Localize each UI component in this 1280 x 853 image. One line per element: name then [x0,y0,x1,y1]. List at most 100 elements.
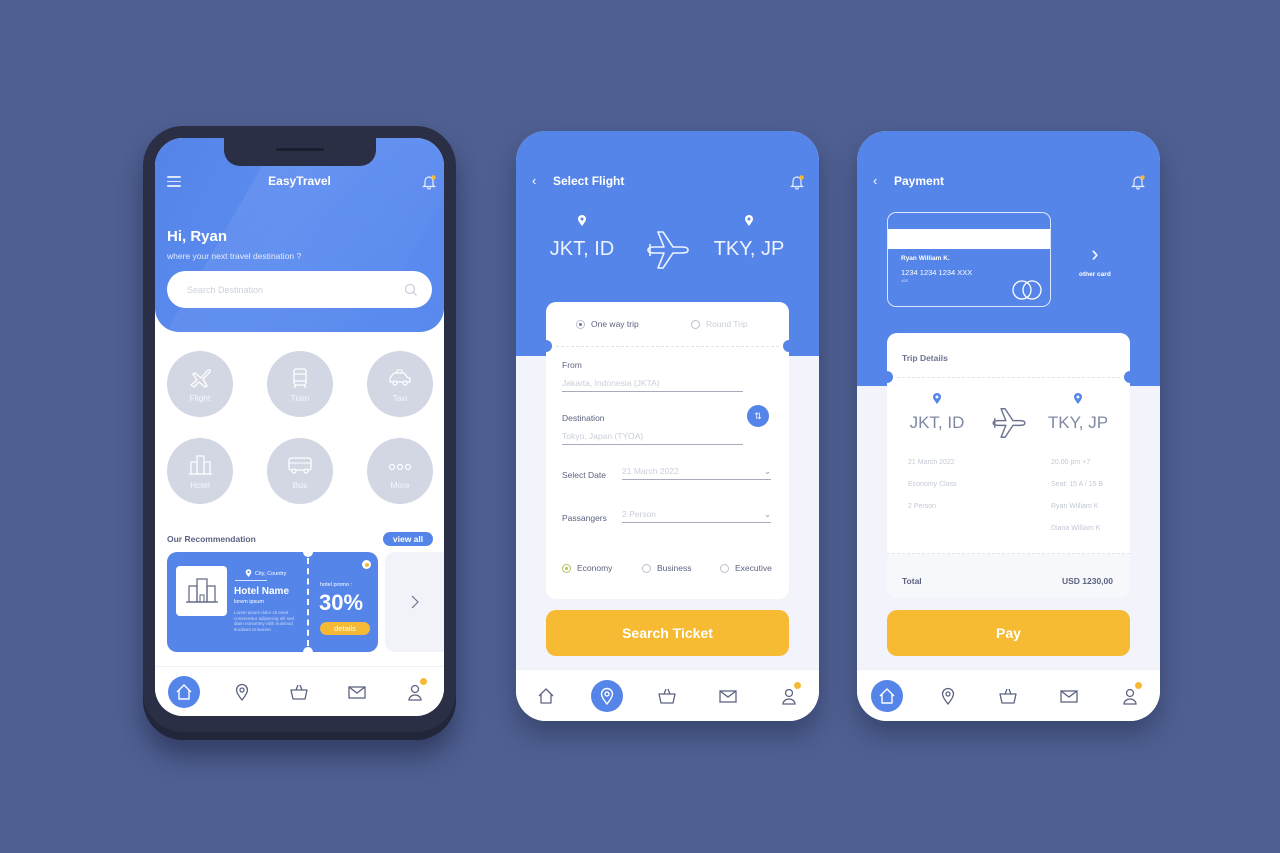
home-screen: EasyTravel Hi, Ryan where your next trav… [155,138,444,716]
total-label: Total [902,576,922,586]
tab-home[interactable] [167,675,200,708]
train-icon [293,367,307,388]
category-flight[interactable]: Flight [167,351,233,417]
tab-profile[interactable] [773,680,805,712]
card-number: 1234 1234 1234 XXX [901,268,973,277]
tab-location[interactable] [590,679,623,712]
ticket-notch [303,647,313,652]
radio-business[interactable]: Business [642,563,692,573]
location-icon [941,687,955,705]
hotel-promo-card[interactable]: City, Country Hotel Name lorem ipsum Lor… [167,552,378,652]
view-all-button[interactable]: view all [383,532,433,546]
bell-icon[interactable] [789,174,805,190]
swap-locations-button[interactable]: ⇅ [747,405,769,427]
tab-profile[interactable] [1114,680,1146,712]
back-button[interactable]: ‹ [873,173,877,188]
category-train[interactable]: Train [267,351,333,417]
origin-city: JKT, ID [909,413,965,432]
mastercard-logo-icon [1012,280,1042,300]
passengers-label: Passangers [562,513,607,523]
passenger-name: Diana William K [1051,525,1101,532]
origin-pin-icon [578,215,586,226]
tab-basket[interactable] [992,680,1024,712]
speaker-grille [276,148,324,151]
tab-profile[interactable] [399,676,431,708]
tab-location[interactable] [226,676,258,708]
tab-home[interactable] [530,680,562,712]
tab-basket[interactable] [651,680,683,712]
trip-date: 21 March 2022 [908,459,955,466]
hotel-location: City, Country [245,569,286,578]
mail-icon [348,685,366,699]
notification-badge [420,677,428,685]
promo-label: hotel promo : [320,582,353,588]
ticket-notch [540,340,552,352]
chevron-down-icon: ⌄ [764,467,771,476]
category-label: More [390,479,410,490]
passengers-select[interactable]: 2 Person ⌄ [622,509,771,523]
location-icon [600,687,614,705]
pay-button[interactable]: Pay [887,610,1130,656]
tab-basket[interactable] [283,676,315,708]
back-button[interactable]: ‹ [532,173,536,188]
category-hotel[interactable]: Hotel [167,438,233,504]
trip-time: 20.00 pm +7 [1051,459,1091,466]
recommendation-title: Our Recommendation [167,534,256,544]
home-header: EasyTravel Hi, Ryan where your next trav… [155,138,444,332]
select-flight-screen: ‹ Select Flight JKT, ID TKY, JP One way … [516,131,819,721]
bell-icon[interactable] [1130,174,1146,190]
bell-icon[interactable] [421,174,437,190]
trip-details-card: Trip Details JKT, ID TKY, JP 21 March 20… [881,333,1136,598]
tab-mail[interactable] [712,680,744,712]
trip-seats: Seat: 15 A / 15 B [1051,481,1104,488]
trip-passengers: 2 Person [908,503,937,510]
location-icon [235,683,248,701]
plane-icon [992,408,1026,438]
greeting: Hi, Ryan [167,228,228,245]
home-icon [879,687,895,704]
ticket-notch [1124,371,1136,383]
flight-form: One way trip Round Trip From Destination… [540,302,795,599]
basket-icon [999,688,1018,704]
search-bar[interactable] [167,271,432,308]
tab-mail[interactable] [341,676,373,708]
destination-input[interactable] [562,431,743,445]
favorite-dot-icon[interactable] [362,560,371,569]
profile-icon [782,688,796,705]
tab-home[interactable] [871,679,904,712]
origin-pin-icon [933,393,941,404]
category-bus[interactable]: Bus [267,438,333,504]
notification-badge [793,681,801,689]
bottom-tab-bar [155,666,444,716]
card-expiry: 4/25 [901,279,908,283]
from-input[interactable] [562,378,743,392]
other-card-button[interactable]: › other card [1079,241,1111,281]
mail-icon [719,689,737,703]
search-icon[interactable] [404,283,418,297]
hotel-name: Hotel Name [234,586,290,597]
destination-pin-icon [745,215,753,226]
radio-executive[interactable]: Executive [720,563,772,573]
details-button[interactable]: details [320,622,370,635]
tab-mail[interactable] [1053,680,1085,712]
app-title: EasyTravel [268,174,331,188]
home-icon [538,687,554,704]
divider [235,580,267,581]
chevron-right-icon: › [1091,241,1099,266]
date-select[interactable]: 21 March 2022 ⌄ [622,466,771,480]
ticket-notch [881,371,893,383]
trip-class: Economy Class [908,481,957,488]
category-taxi[interactable]: Taxi [367,351,433,417]
search-input[interactable] [187,284,404,295]
radio-round-trip[interactable]: Round Trip [691,319,748,329]
radio-one-way[interactable]: One way trip [576,319,639,329]
notification-badge [1134,681,1142,689]
radio-economy[interactable]: Economy [562,563,612,573]
screen-title: Payment [894,174,945,188]
tab-location[interactable] [932,680,964,712]
search-ticket-button[interactable]: Search Ticket [546,610,789,656]
next-card-button[interactable] [385,552,444,652]
category-more[interactable]: More [367,438,433,504]
destination-city: TKY, JP [1047,413,1109,432]
credit-card[interactable]: Ryan William K. 1234 1234 1234 XXX 4/25 [887,212,1051,307]
